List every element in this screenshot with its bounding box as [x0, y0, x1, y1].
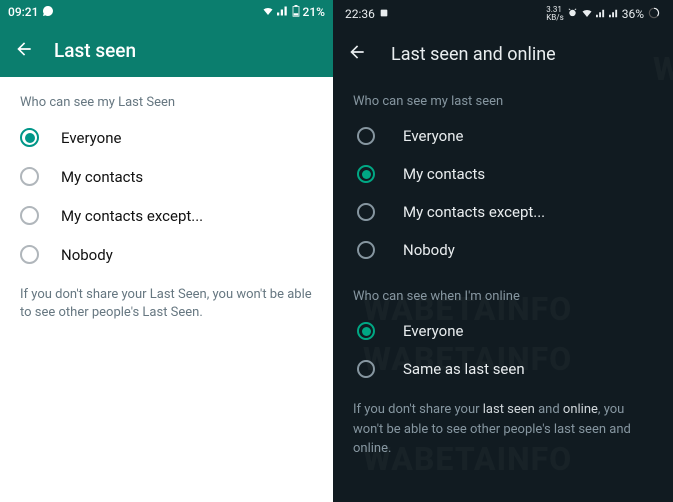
section-label-online: Who can see when I'm online	[333, 269, 673, 312]
helper-text: If you don't share your last seen and on…	[333, 388, 673, 459]
radio-icon	[357, 241, 375, 259]
option-label: Everyone	[61, 129, 121, 147]
alarm-icon	[567, 7, 578, 21]
helper-part: and	[535, 402, 563, 417]
signal-icon	[277, 5, 289, 19]
option-my-contacts-except[interactable]: My contacts except...	[333, 193, 673, 231]
option-everyone[interactable]: Everyone	[0, 118, 333, 157]
notification-icon	[379, 7, 389, 21]
option-online-everyone[interactable]: Everyone	[333, 312, 673, 350]
option-nobody[interactable]: Nobody	[0, 235, 333, 274]
helper-highlight: online	[563, 402, 598, 417]
status-bar: 22:36 3.31KB/s 36%	[333, 0, 673, 28]
option-my-contacts[interactable]: My contacts	[0, 157, 333, 196]
battery-icon	[292, 5, 300, 20]
battery-ring-icon	[647, 6, 661, 23]
section-label: Who can see my Last Seen	[0, 77, 333, 118]
radio-icon	[20, 245, 39, 264]
app-header: Last seen and online	[333, 28, 673, 80]
radio-icon	[357, 165, 375, 183]
radio-icon	[357, 360, 375, 378]
status-right: 21%	[262, 5, 325, 20]
status-time: 09:21	[8, 5, 38, 19]
option-my-contacts[interactable]: My contacts	[333, 155, 673, 193]
radio-icon	[20, 167, 39, 186]
option-label: Everyone	[403, 127, 463, 145]
signal-icon	[596, 7, 606, 21]
option-label: My contacts	[61, 168, 143, 186]
back-arrow-icon[interactable]	[347, 42, 367, 66]
option-label: Same as last seen	[403, 360, 525, 378]
helper-highlight: last seen	[483, 402, 535, 417]
signal-icon	[609, 7, 619, 21]
option-label: My contacts	[403, 165, 485, 183]
option-online-same-as-last-seen[interactable]: Same as last seen	[333, 350, 673, 388]
option-nobody[interactable]: Nobody	[333, 231, 673, 269]
wifi-icon	[581, 7, 593, 21]
section-label-lastseen: Who can see my last seen	[333, 80, 673, 117]
page-title: Last seen and online	[391, 44, 556, 65]
radio-icon	[20, 206, 39, 225]
back-arrow-icon[interactable]	[14, 39, 34, 63]
status-left: 09:21	[8, 5, 54, 20]
speed-icon: 3.31KB/s	[546, 6, 563, 22]
helper-text: If you don't share your Last Seen, you w…	[0, 274, 333, 333]
status-time: 22:36	[345, 7, 375, 21]
screenshot-right: WABETAINFO WABETAINFO WABETAINFO WABETAI…	[333, 0, 673, 502]
battery-percent: 36%	[622, 7, 644, 21]
status-left: 22:36	[345, 7, 389, 21]
status-right: 3.31KB/s 36%	[546, 6, 661, 23]
page-title: Last seen	[54, 39, 136, 62]
radio-icon	[357, 322, 375, 340]
battery-percent: 21%	[303, 5, 325, 19]
option-label: Everyone	[403, 322, 463, 340]
option-everyone[interactable]: Everyone	[333, 117, 673, 155]
radio-icon	[357, 127, 375, 145]
radio-icon	[20, 128, 39, 147]
option-my-contacts-except[interactable]: My contacts except...	[0, 196, 333, 235]
helper-part: If you don't share your	[353, 402, 483, 417]
option-label: My contacts except...	[61, 207, 203, 225]
status-bar: 09:21 21%	[0, 0, 333, 24]
app-header: Last seen	[0, 24, 333, 77]
option-label: Nobody	[403, 241, 455, 259]
wifi-icon	[262, 5, 274, 19]
whatsapp-icon	[42, 5, 54, 20]
screenshot-left: 09:21 21% Last seen Who can see my Last …	[0, 0, 333, 502]
option-label: Nobody	[61, 246, 113, 264]
option-label: My contacts except...	[403, 203, 545, 221]
radio-icon	[357, 203, 375, 221]
